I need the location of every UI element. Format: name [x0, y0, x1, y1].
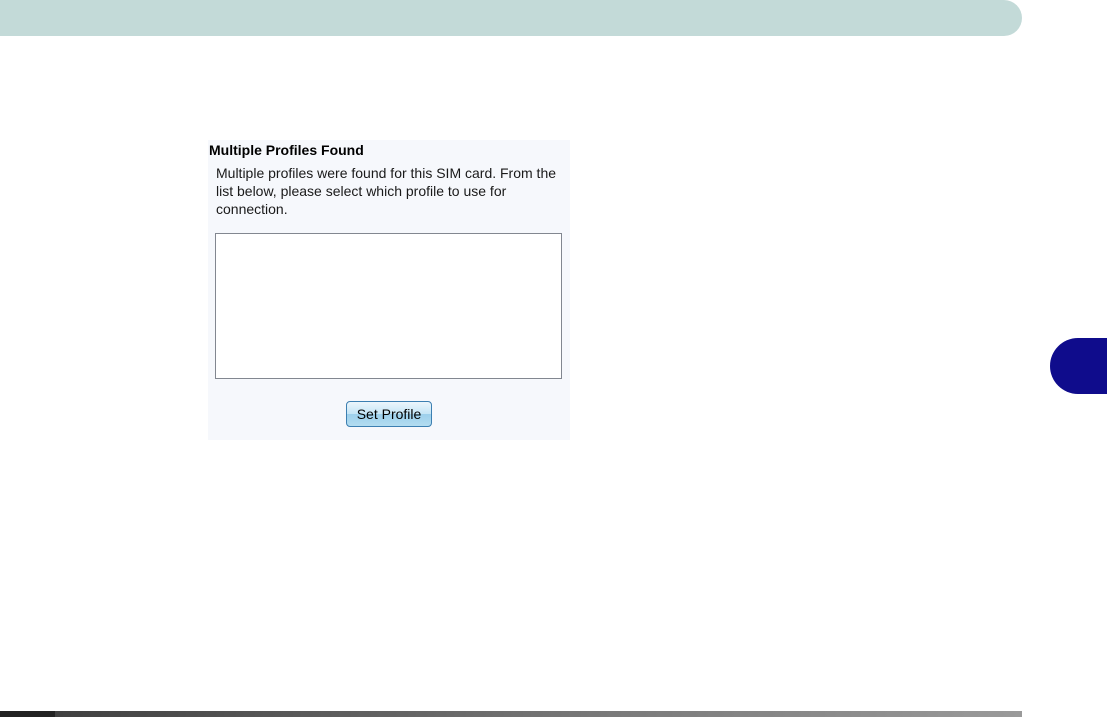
- footer-rule: [0, 711, 1022, 717]
- set-profile-button[interactable]: Set Profile: [346, 401, 432, 427]
- profile-list[interactable]: [215, 233, 562, 379]
- dialog-message: Multiple profiles were found for this SI…: [216, 165, 557, 217]
- chapter-tab: [1050, 338, 1107, 394]
- header-banner: [0, 0, 1022, 36]
- footer-rule-accent: [0, 711, 55, 717]
- manual-page: Multiple Profiles Found Multiple profile…: [0, 0, 1107, 721]
- multiple-profiles-dialog: Multiple Profiles Found Multiple profile…: [208, 140, 570, 440]
- dialog-title: Multiple Profiles Found: [209, 142, 364, 158]
